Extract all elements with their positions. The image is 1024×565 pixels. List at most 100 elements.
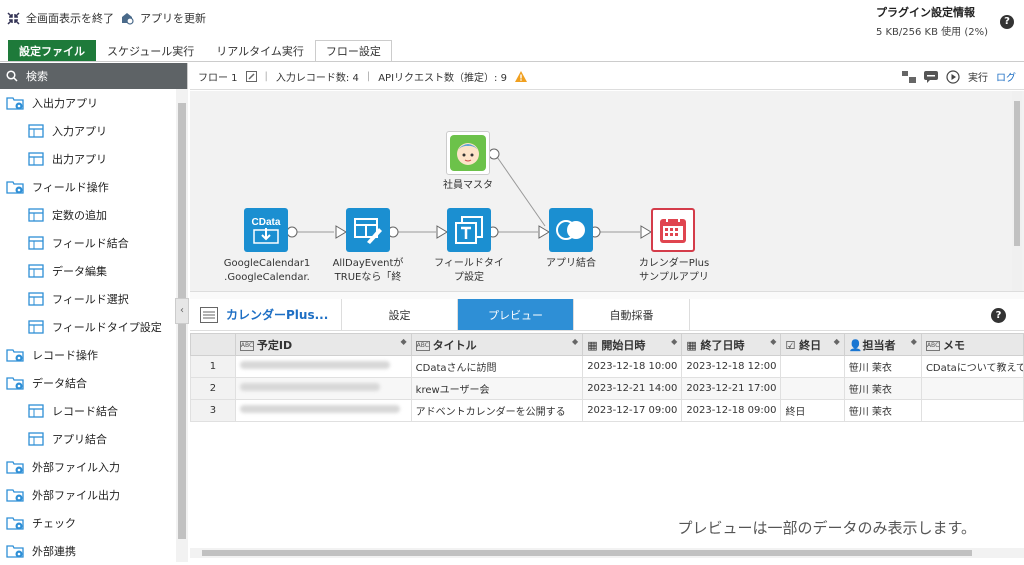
node-field-type[interactable] — [447, 208, 491, 252]
column-header[interactable]: ☑ 終日 ◆ — [780, 333, 845, 356]
table-header-row: ABC 予定ID ◆ ABC タイトル ◆ ▦ 開始日時 ◆ ▦ 終了日時 ◆ ☑ 終日 ◆ … — [190, 333, 1024, 356]
sidebar-item-label: レコード結合 — [52, 405, 118, 418]
scrollbar-thumb[interactable] — [202, 550, 972, 556]
sidebar-item[interactable]: アプリ結合 — [0, 425, 187, 453]
search-input[interactable]: 検索 — [26, 68, 48, 84]
end-cell: 2023-12-18 09:00 — [681, 399, 782, 422]
warning-icon[interactable] — [514, 71, 527, 82]
start-cell: 2023-12-21 14:00 — [582, 377, 683, 400]
node-calendar-output[interactable] — [651, 208, 695, 252]
sidebar-item[interactable]: データ結合 — [0, 369, 187, 397]
sidebar-item[interactable]: レコード操作 — [0, 341, 187, 369]
sidebar-item[interactable]: 出力アプリ — [0, 145, 187, 173]
person-cell: 笹川 茉衣 — [843, 355, 922, 378]
node-label: GoogleCalendar1 .GoogleCalendar. — [223, 258, 311, 283]
run-icon[interactable] — [946, 69, 960, 84]
column-header[interactable]: ABC タイトル ◆ — [410, 333, 584, 356]
run-button[interactable]: 実行 — [968, 69, 988, 84]
person-cell: 笹川 茉衣 — [843, 377, 922, 400]
exit-fullscreen-button[interactable]: 全画面表示を終了 — [26, 10, 114, 26]
user-field-icon: 👤 — [848, 338, 863, 352]
sidebar-item[interactable]: フィールド選択 — [0, 285, 187, 313]
tab-schedule[interactable]: スケジュール実行 — [96, 40, 205, 62]
preview-note: プレビューは一部のデータのみ表示します。 — [677, 519, 976, 537]
sidebar-item[interactable]: 外部ファイル入力 — [0, 453, 187, 481]
sidebar-item-label: 外部ファイル出力 — [32, 489, 120, 502]
plugin-info-title: プラグイン設定情報 — [875, 6, 975, 19]
sidebar-item[interactable]: フィールド結合 — [0, 229, 187, 257]
sidebar-scrollbar[interactable] — [176, 89, 188, 562]
field-join-icon — [26, 235, 46, 251]
sidebar-item-label: レコード操作 — [32, 349, 98, 362]
update-app-icon[interactable] — [120, 11, 134, 25]
column-header[interactable]: 👤担当者 ◆ — [843, 333, 922, 356]
sidebar-item[interactable]: 入出力アプリ — [0, 89, 187, 117]
sidebar-item[interactable]: 入力アプリ — [0, 117, 187, 145]
node-label: フィールドタイ プ設定 — [434, 258, 504, 283]
flow-canvas[interactable]: CData GoogleCalendar1 .GoogleCalendar. Al… — [190, 91, 1024, 291]
sidebar-item[interactable]: フィールドタイプ設定 — [0, 313, 187, 341]
sidebar-item[interactable]: フィールド操作 — [0, 173, 187, 201]
column-header[interactable]: ▦ 終了日時 ◆ — [681, 333, 782, 356]
node-label: アプリ結合 — [546, 258, 596, 269]
top-bar: 全画面表示を終了 アプリを更新 プラグイン設定情報 5 KB/256 KB 使用… — [0, 0, 1024, 40]
horizontal-scrollbar[interactable] — [190, 548, 1024, 558]
sidebar-item[interactable]: 外部ファイル出力 — [0, 481, 187, 509]
allday-cell — [780, 355, 845, 378]
record-count: 入力レコード数: 4 — [275, 73, 359, 84]
bottom-tabs: カレンダーPlus... 設定 プレビュー 自動採番 — [190, 299, 1024, 331]
text-field-icon: ABC — [239, 340, 254, 351]
sidebar-item[interactable]: チェック — [0, 509, 187, 537]
sidebar-item[interactable]: 外部連携 — [0, 537, 187, 565]
edit-icon[interactable] — [245, 71, 257, 82]
calendar-icon — [660, 216, 686, 243]
layout-icon[interactable] — [902, 70, 916, 83]
folder-gear-icon — [6, 95, 26, 111]
add-constant-icon — [26, 207, 46, 223]
sort-icon: ◆ — [833, 336, 840, 346]
tab-realtime[interactable]: リアルタイム実行 — [205, 40, 315, 62]
field-type-icon — [455, 216, 483, 244]
tab-settings[interactable]: 設定 — [342, 299, 458, 330]
log-link[interactable]: ログ — [996, 69, 1016, 84]
update-app-button[interactable]: アプリを更新 — [140, 10, 206, 26]
tab-config-file[interactable]: 設定ファイル — [8, 40, 96, 62]
sidebar-item-label: フィールド結合 — [52, 237, 129, 250]
bottom-panel: カレンダーPlus... 設定 プレビュー 自動採番 ? ABC 予定ID ◆ AB… — [190, 299, 1024, 562]
sidebar-item[interactable]: データ編集 — [0, 257, 187, 285]
node-employee-master[interactable] — [446, 131, 490, 175]
comment-icon[interactable] — [924, 70, 938, 83]
collapse-sidebar-icon[interactable]: ‹ — [175, 298, 189, 324]
table-row[interactable]: 2 krewユーザー会 2023-12-21 14:00 2023-12-21 17:… — [190, 377, 1024, 400]
sidebar-item[interactable]: レコード結合 — [0, 397, 187, 425]
tab-flow-settings[interactable]: フロー設定 — [314, 40, 392, 62]
exit-fullscreen-icon[interactable] — [6, 11, 20, 25]
scrollbar-thumb[interactable] — [1014, 101, 1020, 246]
canvas-scrollbar[interactable] — [1012, 91, 1022, 291]
search-bar[interactable]: 検索 — [0, 63, 187, 89]
sidebar-item-label: 出力アプリ — [52, 153, 107, 166]
start-cell: 2023-12-18 10:00 — [582, 355, 683, 378]
help-icon[interactable]: ? — [1000, 15, 1014, 29]
app-join-icon — [556, 220, 585, 240]
node-data-edit[interactable] — [346, 208, 390, 252]
table-row[interactable]: 1 CDataさんに訪問 2023-12-18 10:00 2023-12-18 12… — [190, 355, 1024, 378]
help-icon[interactable]: ? — [991, 308, 1006, 323]
table-row[interactable]: 3 アドベントカレンダーを公開する 2023-12-17 09:00 2023-12-… — [190, 399, 1024, 422]
sidebar-item-label: データ結合 — [32, 377, 87, 390]
column-header[interactable]: ▦ 開始日時 ◆ — [582, 333, 683, 356]
node-app-join[interactable] — [549, 208, 593, 252]
tab-preview[interactable]: プレビュー — [458, 299, 574, 330]
text-field-icon: ABC — [925, 340, 940, 351]
column-header[interactable]: ABC 予定ID ◆ — [234, 333, 412, 356]
start-cell: 2023-12-17 09:00 — [582, 399, 683, 422]
tab-auto-numbering[interactable]: 自動採番 — [574, 299, 690, 330]
panel-splitter[interactable] — [190, 291, 1024, 299]
sort-icon: ◆ — [671, 336, 678, 346]
node-cdata-input[interactable]: CData — [244, 208, 288, 252]
blurred-id — [234, 377, 412, 400]
title-cell: CDataさんに訪問 — [410, 355, 584, 378]
column-header[interactable]: ABC メモ — [920, 333, 1024, 356]
folder-gear-icon — [6, 179, 26, 195]
sidebar-item[interactable]: 定数の追加 — [0, 201, 187, 229]
